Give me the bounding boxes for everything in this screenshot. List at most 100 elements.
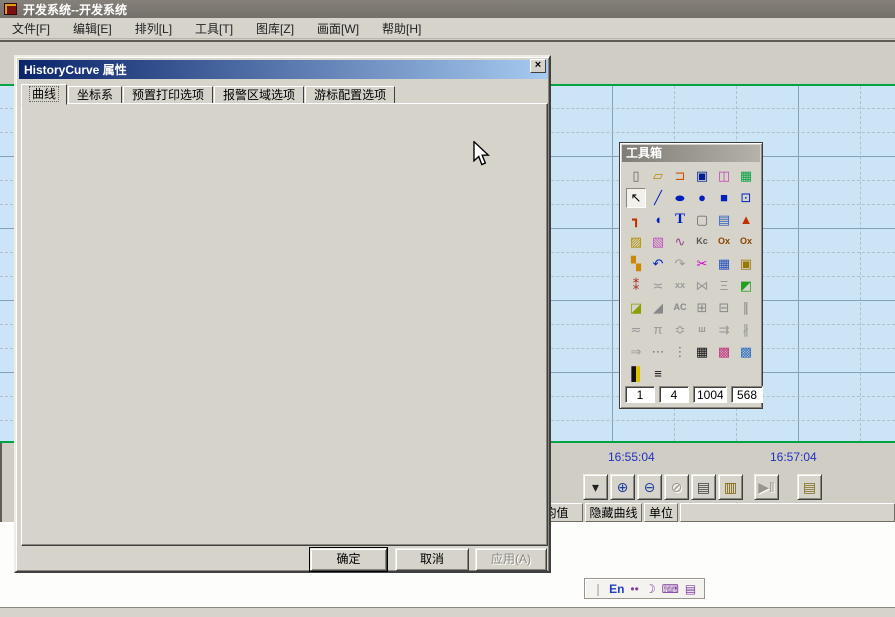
ox-control-icon[interactable]: Ox — [714, 232, 734, 252]
apply-button[interactable]: 应用(A) — [475, 548, 547, 571]
open-folder-icon[interactable]: ▱ — [648, 166, 668, 186]
tab-cursor-options[interactable]: 游标配置选项 — [305, 86, 395, 104]
zoom-reset-button[interactable]: ⊘ — [664, 474, 689, 500]
new-file-icon[interactable]: ▯ — [626, 166, 646, 186]
report-button[interactable]: ▥ — [718, 474, 743, 500]
close-icon[interactable]: × — [530, 59, 546, 73]
rectangle-icon[interactable]: ■ — [714, 188, 734, 208]
ime-dots-button[interactable]: •• — [630, 582, 638, 596]
zoom-out-button[interactable]: ⊖ — [637, 474, 662, 500]
paste-icon[interactable]: ▣ — [736, 254, 756, 274]
polygon-icon[interactable]: ⊡ — [736, 188, 756, 208]
dialog-titlebar[interactable]: HistoryCurve 属性 — [19, 60, 548, 79]
align-bottom-icon[interactable]: ш — [692, 320, 712, 340]
history-curve-icon[interactable]: ∿ — [670, 232, 690, 252]
tab-curve[interactable]: 曲线 — [21, 84, 67, 105]
ime-moon-button[interactable]: ☽ — [645, 582, 656, 596]
export-db-icon[interactable]: ▚ — [626, 254, 646, 274]
hlines-icon[interactable]: ≡ — [648, 364, 668, 384]
menu-edit[interactable]: 编辑[E] — [67, 18, 118, 39]
tab-axes[interactable]: 坐标系 — [68, 86, 122, 104]
distribute-h-icon[interactable]: ⇉ — [714, 320, 734, 340]
menu-screen[interactable]: 画面[W] — [311, 18, 365, 39]
rounded-rect-icon[interactable]: ▢ — [692, 210, 712, 230]
ime-lang-button[interactable]: En — [609, 582, 624, 596]
pointer-icon[interactable]: ↖ — [626, 188, 646, 208]
align-widget-icon[interactable]: ≍ — [648, 276, 668, 296]
stretch-icon[interactable]: Ξ — [714, 276, 734, 296]
window-titlebar[interactable]: 开发系统--开发系统 — [0, 0, 895, 18]
save-icon[interactable]: ▣ — [692, 166, 712, 186]
dots-h-icon[interactable]: ⋯ — [648, 342, 668, 362]
tab-print-options[interactable]: 预置打印选项 — [123, 86, 213, 104]
palette-icon[interactable]: ▩ — [714, 342, 734, 362]
order-icon[interactable]: ⇒ — [626, 342, 646, 362]
rocket-icon[interactable]: ▲ — [736, 210, 756, 230]
object-width-field[interactable] — [693, 386, 727, 403]
join-shapes-icon[interactable]: ⋈ — [692, 276, 712, 296]
ime-keyboard-button[interactable]: ⌨ — [662, 582, 679, 596]
tab-alarm-area-options[interactable]: 报警区域选项 — [214, 86, 304, 104]
preview-icon[interactable]: ◫ — [714, 166, 734, 186]
zoom-in-button[interactable]: ⊕ — [610, 474, 635, 500]
undo-icon[interactable]: ↶ — [648, 254, 668, 274]
menu-gallery[interactable]: 图库[Z] — [250, 18, 300, 39]
object-y-field[interactable] — [659, 386, 689, 403]
flip-icon[interactable]: ∥ — [736, 298, 756, 318]
copy-format-icon[interactable]: ⊞ — [692, 298, 712, 318]
object-x-field[interactable] — [625, 386, 655, 403]
toolbox-titlebar[interactable]: 工具箱 — [622, 145, 760, 162]
time-axis-label-2: 16:57:04 — [770, 450, 817, 464]
distribute-v-icon[interactable]: ∦ — [736, 320, 756, 340]
palette-pick-icon[interactable]: ▩ — [736, 342, 756, 362]
node-insert-icon[interactable]: ◪ — [626, 298, 646, 318]
play-pause-button[interactable]: ▶‖ — [754, 474, 779, 500]
line-icon[interactable]: ╱ — [648, 188, 668, 208]
menu-file[interactable]: 文件[F] — [6, 18, 56, 39]
toolbox-fields — [625, 386, 767, 403]
print-button[interactable]: ▤ — [691, 474, 716, 500]
kc-control-icon[interactable]: Kc — [692, 232, 712, 252]
ac-icon[interactable]: AC — [670, 298, 690, 318]
historycurve-properties-dialog: HistoryCurve 属性 × 曲线 坐标系 预置打印选项 报警区域选项 游… — [14, 55, 551, 573]
align-left-icon[interactable]: ≂ — [626, 320, 646, 340]
ellipse-icon[interactable]: ● — [670, 188, 690, 208]
group-icon[interactable]: ⁑ — [626, 276, 646, 296]
text-icon[interactable]: T — [670, 210, 690, 230]
chart-col-unit[interactable]: 单位 — [644, 503, 678, 522]
screen: 开发系统--开发系统 文件[F] 编辑[E] 排列[L] 工具[T] 图库[Z]… — [0, 0, 895, 617]
redo-icon[interactable]: ↷ — [670, 254, 690, 274]
arc-icon[interactable]: ◖ — [648, 210, 668, 230]
cancel-button[interactable]: 取消 — [395, 548, 469, 571]
ime-menu-button[interactable]: ▤ — [685, 582, 696, 596]
curve-dropdown-button[interactable]: ▾ — [583, 474, 608, 500]
pipe-icon[interactable]: ┓ — [626, 210, 646, 230]
building-icon[interactable]: ▦ — [714, 254, 734, 274]
properties-button[interactable]: ▤ — [797, 474, 822, 500]
ox-small-control-icon[interactable]: Ox — [736, 232, 756, 252]
node-edit-icon[interactable]: ◩ — [736, 276, 756, 296]
ok-button[interactable]: 确定 — [310, 548, 387, 571]
display-icon[interactable]: ▦ — [736, 166, 756, 186]
grid-icon[interactable]: ▦ — [692, 342, 712, 362]
grid-line — [860, 86, 861, 441]
circle-icon[interactable]: ● — [692, 188, 712, 208]
fill-icon[interactable]: ◢ — [648, 298, 668, 318]
contrast-bars-icon[interactable]: ▌ — [626, 364, 646, 384]
listbox-icon[interactable]: ▤ — [714, 210, 734, 230]
window-title: 开发系统--开发系统 — [23, 1, 127, 18]
paste-format-icon[interactable]: ⊟ — [714, 298, 734, 318]
menu-help[interactable]: 帮助[H] — [376, 18, 427, 39]
align-center-icon[interactable]: ≎ — [670, 320, 690, 340]
dots-v-icon[interactable]: ⋮ — [670, 342, 690, 362]
report-icon[interactable]: ▨ — [626, 232, 646, 252]
object-height-field[interactable] — [731, 386, 763, 403]
exit-icon[interactable]: ⊐ — [670, 166, 690, 186]
menu-arrange[interactable]: 排列[L] — [129, 18, 178, 39]
menu-tools[interactable]: 工具[T] — [189, 18, 239, 39]
bitmap-icon[interactable]: ▧ — [648, 232, 668, 252]
chart-col-hide-curve[interactable]: 隐藏曲线 — [585, 503, 642, 522]
delete-points-icon[interactable]: xx — [670, 276, 690, 296]
align-top-icon[interactable]: π — [648, 320, 668, 340]
cut-icon[interactable]: ✂ — [692, 254, 712, 274]
